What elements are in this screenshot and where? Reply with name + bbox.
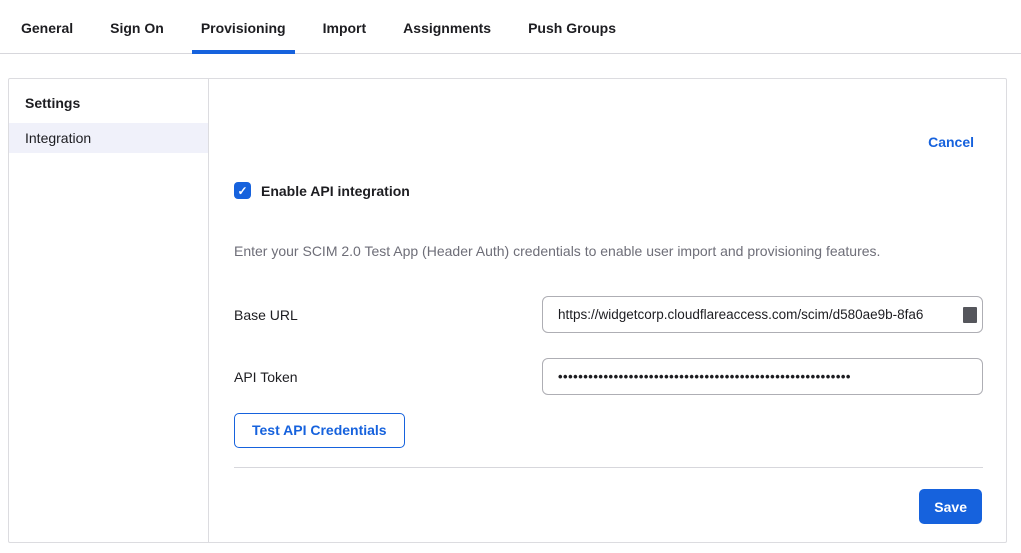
cancel-button[interactable]: Cancel (928, 134, 974, 150)
form-divider (234, 467, 983, 468)
tab-provisioning[interactable]: Provisioning (192, 4, 295, 53)
app-tab-bar: General Sign On Provisioning Import Assi… (0, 0, 1021, 54)
save-row: Save (234, 489, 983, 524)
tab-assignments[interactable]: Assignments (394, 4, 500, 53)
base-url-row: Base URL https://widgetcorp.cloudflareac… (234, 296, 983, 333)
sidebar-header-settings: Settings (9, 85, 208, 123)
base-url-label: Base URL (234, 307, 542, 323)
tab-sign-on[interactable]: Sign On (101, 4, 173, 53)
api-token-row: API Token ••••••••••••••••••••••••••••••… (234, 358, 983, 395)
save-button[interactable]: Save (919, 489, 982, 524)
enable-api-integration-checkbox[interactable]: ✓ (234, 182, 251, 199)
sidebar-item-integration[interactable]: Integration (9, 123, 208, 153)
base-url-input[interactable]: https://widgetcorp.cloudflareaccess.com/… (542, 296, 983, 333)
cancel-row: Cancel (234, 79, 983, 150)
credentials-description: Enter your SCIM 2.0 Test App (Header Aut… (234, 243, 983, 259)
test-api-credentials-button[interactable]: Test API Credentials (234, 413, 405, 448)
base-url-value: https://widgetcorp.cloudflareaccess.com/… (558, 307, 923, 322)
settings-sidebar: Settings Integration (9, 79, 209, 542)
api-token-masked-value: ••••••••••••••••••••••••••••••••••••••••… (558, 369, 851, 384)
tab-push-groups[interactable]: Push Groups (519, 4, 625, 53)
enable-api-integration-label: Enable API integration (261, 183, 410, 199)
tab-import[interactable]: Import (314, 4, 376, 53)
provisioning-panel: Settings Integration Cancel ✓ Enable API… (8, 78, 1007, 543)
integration-settings-form: Cancel ✓ Enable API integration Enter yo… (209, 79, 1008, 542)
test-button-row: Test API Credentials (234, 413, 983, 448)
api-token-label: API Token (234, 369, 542, 385)
enable-api-integration-row: ✓ Enable API integration (234, 182, 983, 199)
tab-general[interactable]: General (12, 4, 82, 53)
api-token-input[interactable]: ••••••••••••••••••••••••••••••••••••••••… (542, 358, 983, 395)
text-overflow-indicator-icon (963, 307, 977, 323)
